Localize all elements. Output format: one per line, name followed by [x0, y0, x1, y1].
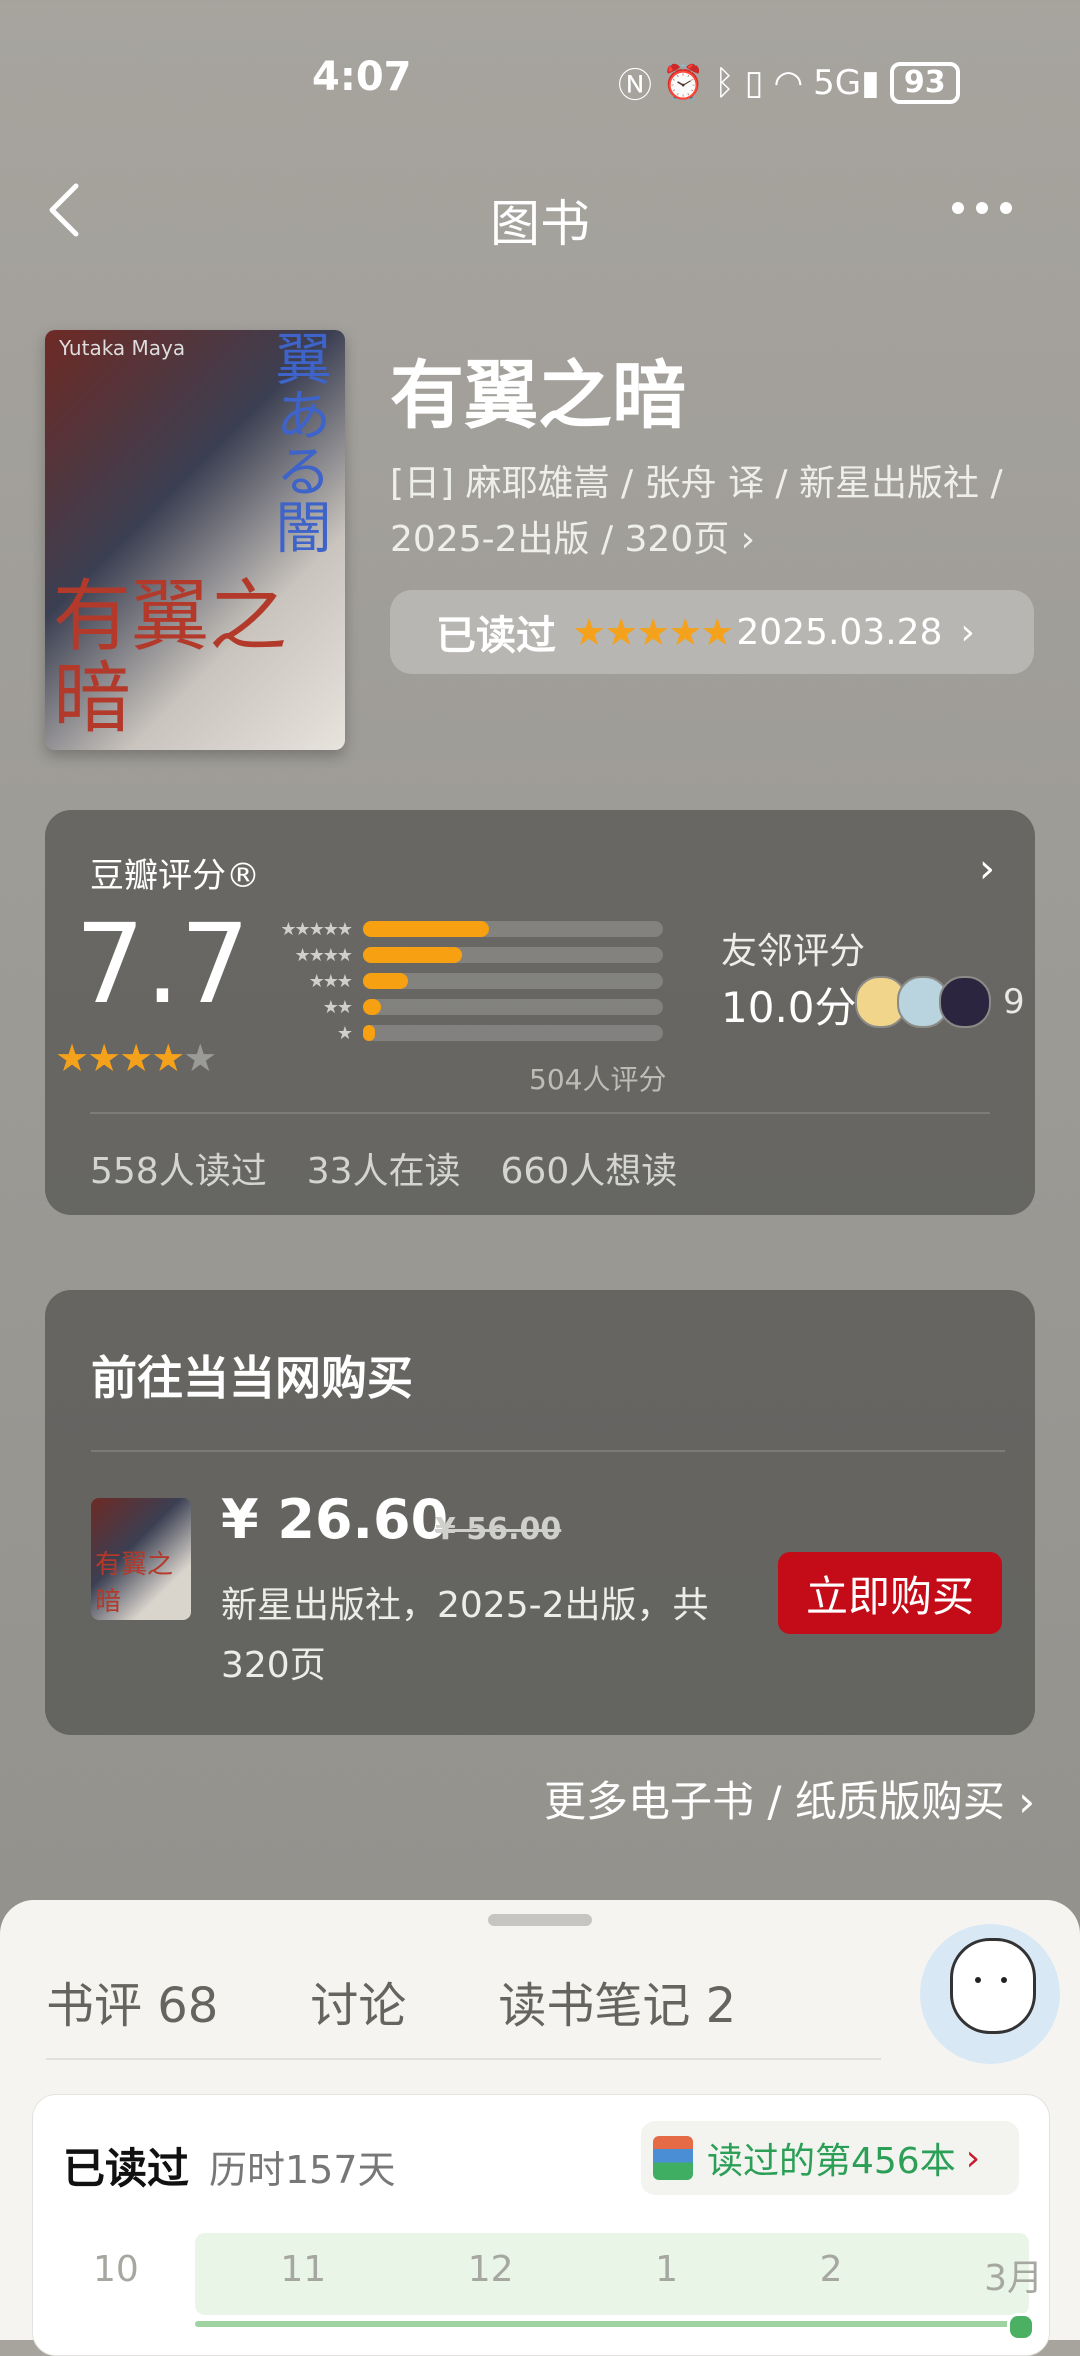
cover-title-jp: 翼ある闇	[266, 330, 331, 554]
rating-stars: ★★★★★	[55, 1036, 217, 1080]
rating-bar-row: ★★★★	[255, 942, 675, 968]
record-duration: 历时157天	[209, 2148, 396, 2192]
chevron-right-icon: ›	[960, 611, 975, 653]
rating-bar	[363, 973, 408, 989]
rating-bar-row: ★★	[255, 994, 675, 1020]
friends-count: 9	[1003, 982, 1025, 1022]
friends-rating-label: 友邻评分	[721, 931, 866, 972]
book-meta-line2: 2025-2出版 / 320页 ›	[390, 519, 756, 560]
more-purchase-link[interactable]: 更多电子书 / 纸质版购买 ›	[544, 1768, 1035, 1829]
book-cover[interactable]: Yutaka Maya 翼ある闇 有翼之暗	[45, 330, 345, 750]
cover-title: 有翼之暗	[53, 572, 288, 744]
rating-bar	[363, 947, 462, 963]
rating-bar-row: ★★★	[255, 968, 675, 994]
rating-label: 豆瓣评分®	[90, 856, 260, 896]
edition-description: 新星出版社，2025-2出版，共320页	[221, 1585, 709, 1686]
book-meta[interactable]: [日] 麻耶雄嵩 / 张舟 译 / 新星出版社 / 2025-2出版 / 320…	[390, 456, 1040, 568]
reader-stats: 558人读过 33人在读 660人想读	[90, 1142, 677, 1194]
original-price: ¥ 56.00	[435, 1512, 562, 1547]
timeline-end-dot	[1007, 2313, 1035, 2341]
bookshelf-icon	[653, 2136, 693, 2180]
nfc-icon: Ⓝ	[618, 66, 652, 106]
page-title: 图书	[490, 195, 590, 253]
sheet-handle[interactable]	[488, 1914, 592, 1926]
timeline-month: 12	[467, 2249, 514, 2290]
rating-bar-row: ★★★★★	[255, 916, 675, 942]
purchase-heading: 前往当当网购买	[91, 1351, 413, 1405]
rating-bar	[363, 999, 381, 1015]
bar-stars-label: ★★★★	[294, 944, 353, 966]
timeline-month: 1	[655, 2249, 679, 2290]
bar-stars-label: ★	[336, 1022, 353, 1044]
bar-stars-label: ★★★★★	[280, 918, 353, 940]
divider	[46, 2058, 881, 2060]
purchase-card: 前往当当网购买 有翼之暗 ¥ 26.60 ¥ 56.00 新星出版社，2025-…	[45, 1290, 1035, 1735]
read-date: 2025.03.28	[736, 611, 943, 653]
book-thumbnail: 有翼之暗	[91, 1498, 191, 1620]
status-bar: 4:07 Ⓝ ⏰ ᛒ ▯ ◠ 5G▮ 93	[0, 0, 1080, 150]
rating-bar	[363, 921, 489, 937]
status-icons: Ⓝ ⏰ ᛒ ▯ ◠ 5G▮ 93	[618, 58, 960, 107]
read-status-pill[interactable]: 已读过 ★★★★★ 2025.03.28 ›	[390, 590, 1034, 674]
vibrate-icon: ▯	[744, 62, 764, 103]
timeline-month: 10	[93, 2249, 139, 2290]
more-options-icon[interactable]	[952, 202, 1012, 214]
read-count[interactable]: 558人读过	[90, 1142, 267, 1194]
rating-count: 504人评分	[529, 1063, 667, 1096]
buy-now-button[interactable]: 立即购买	[778, 1552, 1002, 1634]
divider	[90, 1112, 990, 1114]
chevron-right-icon[interactable]: ›	[979, 846, 995, 892]
cover-author: Yutaka Maya	[59, 336, 186, 360]
friends-rating-score: 10.0分	[721, 983, 857, 1032]
book-title: 有翼之暗	[390, 353, 686, 439]
friend-avatars[interactable]	[855, 976, 991, 1028]
tab-notes[interactable]: 读书笔记 2	[498, 1966, 736, 2036]
alarm-icon: ⏰	[662, 62, 705, 103]
tab-discussion[interactable]: 讨论	[310, 1966, 406, 2036]
timeline-month: 11	[280, 2249, 327, 2290]
rating-distribution: ★★★★★ ★★★★ ★★★ ★★ ★	[255, 916, 675, 1046]
rating-score: 7.7	[75, 900, 250, 1028]
mascot-avatar[interactable]	[920, 1924, 1060, 2064]
rating-card[interactable]: 豆瓣评分® › 7.7 ★★★★★ ★★★★★ ★★★★ ★★★ ★★ ★ 504人评分…	[45, 810, 1035, 1215]
timeline-month: 2	[819, 2249, 843, 2290]
books-read-badge[interactable]: 读过的第456本 ›	[641, 2121, 1019, 2195]
bar-stars-label: ★★	[322, 996, 353, 1018]
read-status-label: 已读过	[436, 613, 556, 659]
bluetooth-icon: ᛒ	[714, 62, 735, 103]
divider	[91, 1450, 1005, 1452]
sale-price: ¥ 26.60	[221, 1488, 449, 1551]
battery-icon: 93	[889, 61, 960, 104]
my-rating-stars: ★★★★★	[572, 610, 734, 654]
reading-count[interactable]: 33人在读	[307, 1142, 461, 1194]
rating-bar-row: ★	[255, 1020, 675, 1046]
tab-bar: 书评 68 讨论 读书笔记 2	[46, 1966, 736, 2036]
want-count[interactable]: 660人想读	[501, 1142, 678, 1194]
chevron-right-icon: ›	[965, 2137, 981, 2179]
avatar	[939, 976, 991, 1028]
rating-bar	[363, 1025, 375, 1041]
wifi-icon: ◠	[773, 62, 804, 103]
reading-record-card[interactable]: 已读过 历时157天 读过的第456本 › 10 11 12 1 2 3月	[32, 2094, 1050, 2356]
tab-reviews[interactable]: 书评 68	[46, 1966, 218, 2036]
reading-timeline: 10 11 12 1 2 3月	[93, 2233, 1043, 2341]
5g-signal-icon: 5G▮	[813, 62, 880, 103]
bar-stars-label: ★★★	[308, 970, 353, 992]
books-read-count: 读过的第456本	[707, 2141, 956, 2182]
book-meta-line1: [日] 麻耶雄嵩 / 张舟 译 / 新星出版社 /	[390, 463, 1003, 504]
record-status: 已读过	[63, 2144, 190, 2193]
timeline-month: 3月	[984, 2258, 1043, 2299]
status-time: 4:07	[312, 54, 412, 100]
